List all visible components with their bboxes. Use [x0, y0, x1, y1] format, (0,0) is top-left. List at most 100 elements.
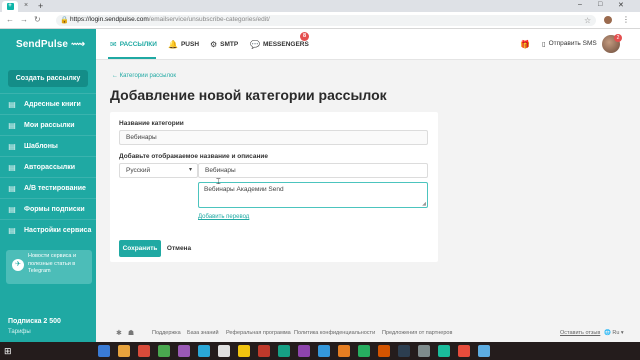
taskbar-app-icon[interactable] [418, 345, 430, 357]
back-icon[interactable]: ← [6, 15, 14, 24]
main-content: ← Категории рассылок Добавление новой ка… [96, 60, 640, 344]
footer-link-support[interactable]: Поддержка [152, 330, 181, 336]
language-select[interactable]: Русский ▾ [119, 163, 198, 178]
taskbar-app-icon[interactable] [338, 345, 350, 357]
sidebar-item-templates[interactable]: ▤ Шаблоны [0, 135, 96, 156]
subscription-plan: Подписка 2 500 [8, 318, 61, 325]
category-name-input[interactable]: Вебинары [119, 130, 428, 145]
telegram-icon: ✈ [12, 259, 24, 271]
language-switcher[interactable]: 🌐 Ru ▾ [604, 330, 624, 336]
phone-icon: ▯ [542, 41, 546, 48]
chat-icon: 💬 [250, 40, 260, 49]
footer-link-privacy[interactable]: Политика конфиденциальности [294, 330, 375, 336]
taskbar-app-icon[interactable] [398, 345, 410, 357]
os-taskbar: ⊞ [0, 342, 640, 360]
profile-icon[interactable] [604, 16, 612, 24]
active-tab-indicator [108, 57, 156, 59]
display-name-label: Добавьте отображаемое название и описани… [119, 153, 269, 160]
taskbar-app-icon[interactable] [238, 345, 250, 357]
description-textarea[interactable]: Вебинары Академии Send ◢ [198, 182, 428, 208]
save-button[interactable]: Сохранить [119, 240, 161, 257]
browser-tab-bar: + × + – □ ✕ [0, 0, 640, 12]
sidebar-item-ab-testing[interactable]: ▤ A/B тестирование [0, 177, 96, 198]
display-name-input[interactable]: Вебинары [198, 163, 428, 178]
puzzle-icon[interactable]: ✱ [116, 329, 122, 337]
browser-menu-icon[interactable]: ⋮ [622, 15, 630, 24]
taskbar-app-icon[interactable] [218, 345, 230, 357]
browser-tab[interactable]: + [2, 1, 18, 12]
mail-list-icon: ▤ [8, 120, 16, 130]
taskbar-app-icon[interactable] [258, 345, 270, 357]
resize-handle-icon[interactable]: ◢ [422, 201, 426, 207]
taskbar-app-icon[interactable] [358, 345, 370, 357]
taskbar-app-icon[interactable] [198, 345, 210, 357]
footer-link-referral[interactable]: Реферальная программа [226, 330, 291, 336]
messengers-badge: 8 [300, 32, 309, 41]
maximize-icon[interactable]: □ [598, 1, 602, 8]
reload-icon[interactable]: ↻ [34, 15, 41, 24]
taskbar-app-icon[interactable] [278, 345, 290, 357]
text-cursor-icon: ⌶ [216, 177, 221, 186]
taskbar-app-icon[interactable] [98, 345, 110, 357]
sidebar-item-service-settings[interactable]: ▤ Настройки сервиса [0, 219, 96, 240]
address-bar: ← → ↻ 🔒 https://login.sendpulse.com/emai… [0, 12, 640, 29]
sidebar-item-my-campaigns[interactable]: ▤ Мои рассылки [0, 114, 96, 135]
lock-icon: 🔒 [60, 17, 69, 24]
tab-push[interactable]: 🔔 PUSH [168, 40, 199, 49]
automation-icon: ▤ [8, 162, 16, 172]
sendpulse-favicon-icon: + [6, 3, 14, 10]
taskbar-app-icon[interactable] [458, 345, 470, 357]
taskbar-app-icon[interactable] [298, 345, 310, 357]
pricing-link[interactable]: Тарифы [8, 329, 31, 335]
taskbar-app-icon[interactable] [478, 345, 490, 357]
page-title: Добавление новой категории рассылок [110, 87, 387, 103]
footer: ✱ ☗ Поддержка База знаний Реферальная пр… [96, 324, 640, 342]
new-tab-button[interactable]: + [38, 1, 43, 11]
sidebar-item-address-books[interactable]: ▤ Адресные книги [0, 93, 96, 114]
footer-link-partners[interactable]: Предложения от партнеров [382, 330, 452, 336]
url-text: https://login.sendpulse.com/emailservice… [70, 16, 270, 23]
template-icon: ▤ [8, 141, 16, 151]
cancel-button[interactable]: Отмена [164, 240, 194, 257]
telegram-promo-text: Новости сервиса и полезные статьи в Tele… [28, 253, 77, 274]
footer-link-knowledge-base[interactable]: База знаний [187, 330, 219, 336]
top-nav: ✉ РАССЫЛКИ 🔔 PUSH ⚙ SMTP 💬 MESSENGERS 8 … [96, 29, 640, 60]
sendpulse-logo[interactable]: SendPulse ⟿ [16, 39, 85, 50]
logo-bar: SendPulse ⟿ [0, 29, 96, 60]
url-input[interactable]: 🔒 https://login.sendpulse.com/emailservi… [56, 15, 596, 26]
forward-icon[interactable]: → [20, 15, 28, 24]
gear-icon: ⚙ [210, 40, 218, 49]
taskbar-app-icon[interactable] [438, 345, 450, 357]
avatar-badge: 2 [614, 34, 622, 42]
sidebar-item-automations[interactable]: ▤ Авторассылки [0, 156, 96, 177]
minimize-icon[interactable]: – [578, 1, 582, 8]
form-icon: ▤ [8, 204, 16, 214]
sidebar: Создать рассылку ▤ Адресные книги ▤ Мои … [0, 60, 96, 344]
add-translation-link[interactable]: Добавить перевод [198, 214, 249, 220]
chevron-down-icon: ▾ [188, 167, 192, 173]
taskbar-app-icon[interactable] [378, 345, 390, 357]
taskbar-app-icon[interactable] [138, 345, 150, 357]
window-close-icon[interactable]: ✕ [618, 1, 624, 9]
tab-smtp[interactable]: ⚙ SMTP [210, 40, 238, 49]
feedback-link[interactable]: Оставить отзыв [560, 330, 600, 336]
taskbar-app-icon[interactable] [178, 345, 190, 357]
send-sms-link[interactable]: ▯ Отправить SMS [542, 40, 597, 48]
taskbar-app-icon[interactable] [158, 345, 170, 357]
telegram-promo[interactable]: ✈ Новости сервиса и полезные статьи в Te… [6, 250, 92, 284]
tab-emails[interactable]: ✉ РАССЫЛКИ [110, 40, 157, 49]
gift-icon[interactable]: 🎁 [520, 40, 530, 49]
taskbar-app-icon[interactable] [318, 345, 330, 357]
windows-start-icon[interactable]: ⊞ [4, 346, 12, 357]
breadcrumb[interactable]: ← Категории рассылок [112, 73, 176, 79]
close-tab-icon[interactable]: × [24, 2, 28, 9]
bookmark-star-icon[interactable]: ☆ [584, 16, 591, 25]
android-icon[interactable]: ☗ [128, 329, 134, 337]
category-name-label: Название категории [119, 120, 184, 127]
taskbar-app-icon[interactable] [118, 345, 130, 357]
tab-messengers[interactable]: 💬 MESSENGERS [250, 40, 309, 49]
sidebar-item-subscription-forms[interactable]: ▤ Формы подписки [0, 198, 96, 219]
envelope-icon: ✉ [110, 40, 117, 49]
create-campaign-button[interactable]: Создать рассылку [8, 70, 88, 87]
book-icon: ▤ [8, 99, 16, 109]
